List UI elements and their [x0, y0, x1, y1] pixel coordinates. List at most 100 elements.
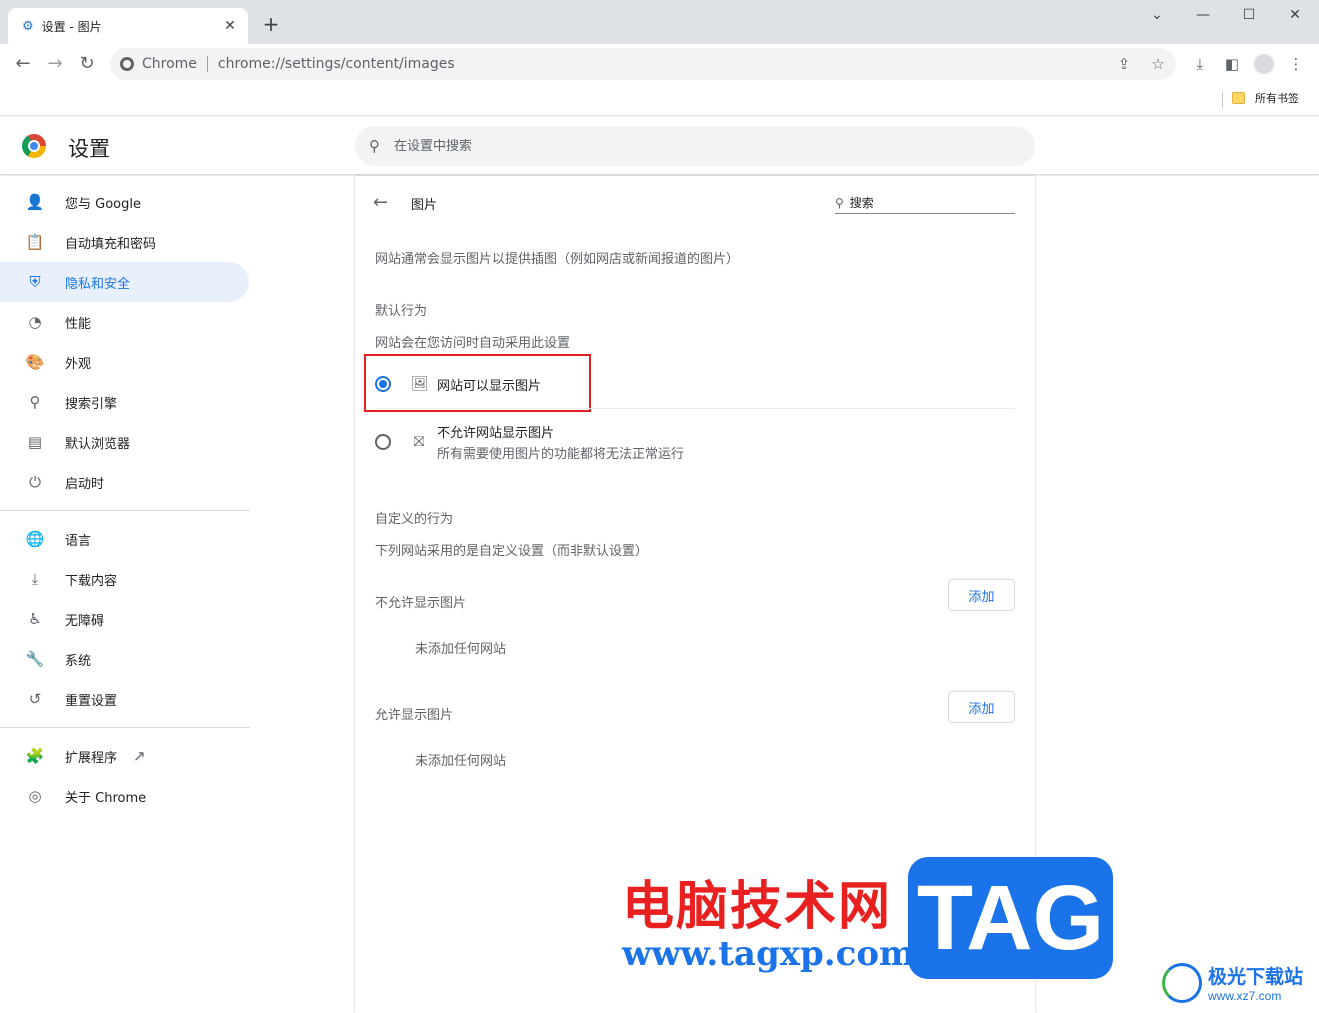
- back-arrow-icon[interactable]: ←: [373, 192, 388, 213]
- new-tab-button[interactable]: +: [260, 12, 282, 36]
- sidebar-item-label: 您与 Google: [65, 196, 141, 212]
- open-in-new-icon: ↗: [133, 747, 146, 765]
- sidebar-item-label: 语言: [65, 533, 92, 549]
- subpage-header: ← 图片 ⚲: [355, 176, 1035, 228]
- add-allowed-site-button[interactable]: 添加: [948, 691, 1015, 723]
- sidebar-item-reset[interactable]: ↺ 重置设置: [0, 679, 249, 719]
- jg-name: 极光下载站: [1208, 966, 1304, 988]
- sidebar-item-on-startup[interactable]: ⏻ 启动时: [0, 462, 249, 502]
- sidebar-item-extensions[interactable]: 🧩 扩展程序 ↗: [0, 736, 249, 776]
- gear-icon: ⚙: [22, 18, 34, 34]
- watermark-tag-logo: TAG: [908, 857, 1113, 979]
- history-icon: ↺: [28, 690, 42, 708]
- maximize-button[interactable]: ☐: [1226, 4, 1272, 26]
- star-icon[interactable]: ☆: [1148, 54, 1168, 74]
- jg-url: www.xz7.com: [1208, 989, 1282, 1003]
- shield-icon: ⛨: [29, 273, 41, 291]
- folder-icon: [1232, 92, 1245, 104]
- all-bookmarks-label: 所有书签: [1255, 92, 1299, 105]
- download-icon[interactable]: ⤓: [1190, 54, 1210, 74]
- watermark-cn-title: 电脑技术网: [622, 877, 893, 937]
- sidebar-item-label: 下载内容: [65, 573, 118, 589]
- power-icon: ⏻: [29, 473, 41, 491]
- sidebar-item-autofill[interactable]: 📋 自动填充和密码: [0, 222, 249, 262]
- sidebar-item-label: 无障碍: [65, 613, 105, 629]
- page-description: 网站通常会显示图片以提供插图（例如网店或新闻报道的图片）: [375, 252, 740, 267]
- menu-icon[interactable]: ⋮: [1286, 54, 1306, 74]
- omnibox-url: chrome://settings/content/images: [217, 56, 455, 72]
- sidebar-item-default-browser[interactable]: ▤ 默认浏览器: [0, 422, 249, 462]
- sidebar-item-about-chrome[interactable]: ◎ 关于 Chrome: [0, 776, 249, 816]
- palette-icon: 🎨: [25, 353, 45, 371]
- search-icon: ⚲: [369, 137, 380, 155]
- wrench-icon: 🔧: [25, 650, 45, 668]
- omnibox-actions: ⇪ ☆: [1114, 54, 1168, 74]
- subpage-search[interactable]: ⚲: [835, 192, 1015, 214]
- sidebar-item-label: 隐私和安全: [65, 276, 131, 292]
- sidebar-item-downloads[interactable]: ⤓ 下载内容: [0, 559, 249, 599]
- sidebar-item-accessibility[interactable]: ♿ 无障碍: [0, 599, 249, 639]
- sidebar-item-label: 默认浏览器: [65, 436, 131, 452]
- reload-button[interactable]: ↻: [75, 52, 99, 76]
- sidebar-item-you-and-google[interactable]: 👤 您与 Google: [0, 182, 249, 222]
- back-button[interactable]: ←: [11, 52, 35, 76]
- tab-strip: ⚙ 设置 - 图片 ✕ + ⌄ — ☐ ✕: [0, 0, 1319, 44]
- omnibox-site-label: Chrome: [142, 56, 197, 72]
- sidebar-divider: [0, 510, 250, 511]
- share-icon[interactable]: ⇪: [1114, 54, 1134, 74]
- search-icon: ⚲: [835, 195, 844, 210]
- jg-logo-icon: [1162, 962, 1202, 1003]
- all-bookmarks-folder[interactable]: 所有书签: [1232, 90, 1299, 106]
- omnibox-separator: [206, 56, 208, 72]
- side-panel-icon[interactable]: ◧: [1222, 54, 1242, 74]
- watermark-jg: 极光下载站 www.xz7.com: [1162, 962, 1303, 1003]
- chrome-site-icon: [120, 57, 134, 71]
- tab-title: 设置 - 图片: [41, 19, 102, 34]
- sidebar-item-label: 外观: [65, 356, 92, 372]
- omnibox[interactable]: Chrome chrome://settings/content/images …: [110, 48, 1176, 80]
- sidebar-item-label: 搜索引擎: [65, 396, 118, 412]
- globe-icon: 🌐: [25, 530, 45, 548]
- tab-search-chevron-icon[interactable]: ⌄: [1134, 4, 1180, 26]
- accessibility-icon: ♿: [28, 610, 42, 628]
- profile-avatar[interactable]: [1254, 54, 1274, 74]
- settings-search-box[interactable]: ⚲: [355, 126, 1035, 166]
- forward-button[interactable]: →: [43, 52, 67, 76]
- image-off-icon: ⛝: [413, 434, 425, 450]
- settings-search-input[interactable]: [394, 138, 894, 154]
- allowed-list-empty: 未添加任何网站: [415, 754, 507, 769]
- search-icon: ⚲: [29, 393, 41, 411]
- bookmark-separator: [1222, 92, 1223, 108]
- add-blocked-site-button[interactable]: 添加: [948, 579, 1015, 611]
- close-window-button[interactable]: ✕: [1272, 4, 1318, 26]
- sidebar-divider: [0, 727, 250, 728]
- browser-window-icon: ▤: [27, 433, 43, 451]
- speedometer-icon: ◔: [28, 313, 42, 331]
- sidebar-item-label: 重置设置: [65, 693, 118, 709]
- sidebar-item-label: 启动时: [65, 476, 105, 492]
- sidebar-item-label: 关于 Chrome: [65, 790, 147, 806]
- sidebar-item-appearance[interactable]: 🎨 外观: [0, 342, 249, 382]
- chrome-icon: ◎: [28, 787, 42, 805]
- default-behavior-subtitle: 网站会在您访问时自动采用此设置: [375, 336, 571, 351]
- minimize-button[interactable]: —: [1180, 4, 1226, 26]
- close-tab-icon[interactable]: ✕: [222, 18, 238, 34]
- sidebar-item-languages[interactable]: 🌐 语言: [0, 519, 249, 559]
- blocked-list-title: 不允许显示图片: [375, 596, 467, 611]
- sidebar: 👤 您与 Google 📋 自动填充和密码 ⛨ 隐私和安全 ◔ 性能 🎨 外观 …: [0, 176, 250, 1013]
- tab-settings-images[interactable]: ⚙ 设置 - 图片 ✕: [8, 8, 248, 44]
- radio-button-unchecked[interactable]: [375, 434, 391, 450]
- custom-behavior-subtitle: 下列网站采用的是自定义设置（而非默认设置）: [375, 544, 649, 559]
- highlight-box: [364, 354, 591, 412]
- sidebar-item-privacy[interactable]: ⛨ 隐私和安全: [0, 262, 249, 302]
- sidebar-item-system[interactable]: 🔧 系统: [0, 639, 249, 679]
- radio-sublabel: 所有需要使用图片的功能都将无法正常运行: [437, 447, 685, 462]
- allowed-list-title: 允许显示图片: [375, 708, 454, 723]
- watermark-url: www.tagxp.com: [622, 934, 915, 974]
- custom-behavior-title: 自定义的行为: [375, 512, 454, 527]
- sidebar-item-performance[interactable]: ◔ 性能: [0, 302, 249, 342]
- sidebar-item-label: 扩展程序: [65, 750, 118, 766]
- subpage-search-input[interactable]: [849, 195, 1000, 210]
- radio-block-images[interactable]: ⛝ 不允许网站显示图片 所有需要使用图片的功能都将无法正常运行: [365, 422, 1015, 462]
- sidebar-item-search-engine[interactable]: ⚲ 搜索引擎: [0, 382, 249, 422]
